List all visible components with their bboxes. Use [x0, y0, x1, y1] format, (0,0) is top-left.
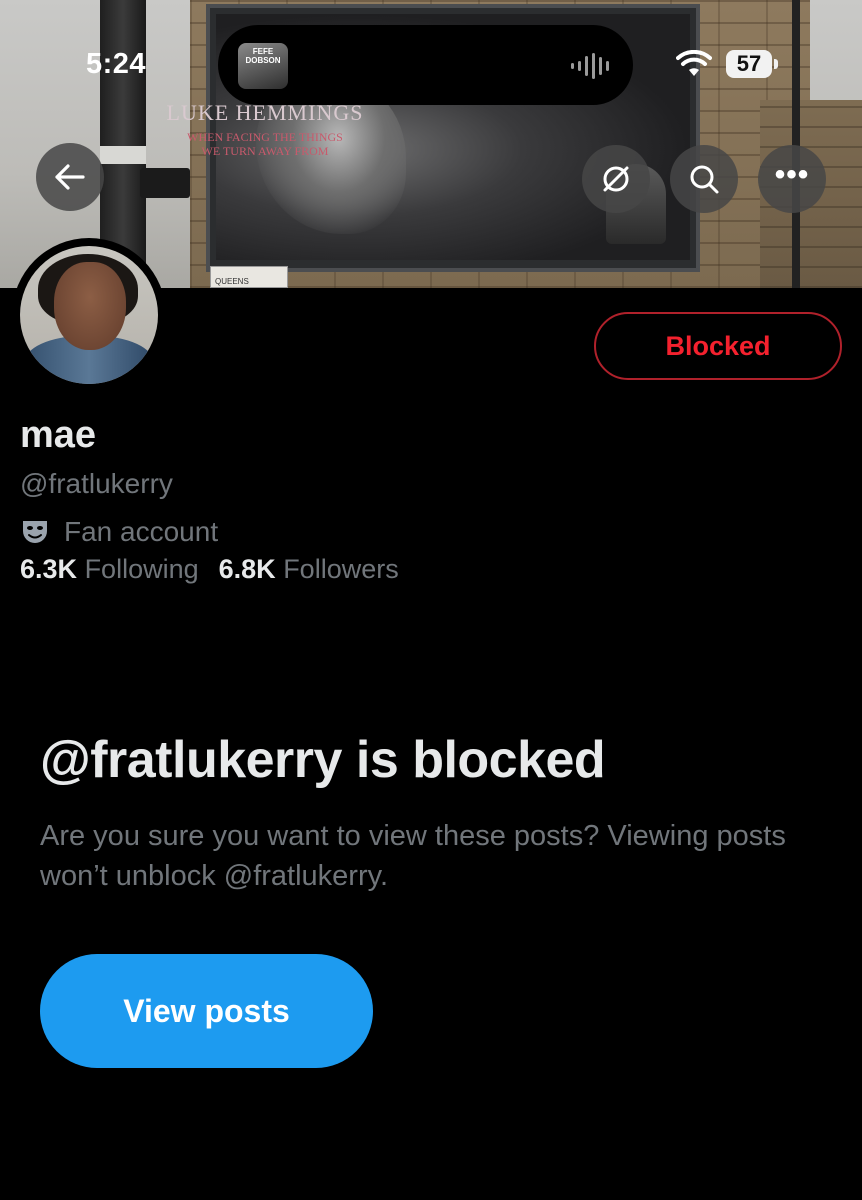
battery-icon: 57 — [726, 50, 772, 78]
blocked-button[interactable]: Blocked — [594, 312, 842, 380]
theater-mask-icon — [23, 521, 47, 543]
billboard-subtitle-line2: WE TURN AWAY FROM — [201, 144, 329, 158]
wifi-icon — [676, 50, 712, 76]
status-time: 5:24 — [86, 48, 147, 80]
hide-button[interactable] — [582, 145, 650, 213]
following-link[interactable]: 6.3K Following — [20, 554, 199, 584]
search-icon — [690, 165, 719, 194]
avatar-photo — [20, 246, 158, 384]
street-sign: QUEENS — [210, 266, 288, 288]
now-playing-album-text: FEFE DOBSON — [245, 47, 281, 65]
more-horizontal-icon: ••• — [774, 158, 810, 191]
more-options-button[interactable]: ••• — [758, 145, 826, 213]
profile-page: LUKE HEMMINGS WHEN FACING THE THINGS WE … — [0, 0, 862, 1200]
now-playing-album-art: FEFE DOBSON — [238, 43, 288, 89]
avatar[interactable] — [12, 238, 166, 392]
display-name: mae — [20, 414, 97, 456]
dynamic-island[interactable]: FEFE DOBSON — [218, 25, 633, 105]
street-pole-right — [792, 0, 800, 288]
billboard-subtitle: WHEN FACING THE THINGS WE TURN AWAY FROM — [160, 130, 370, 158]
followers-label: Followers — [283, 554, 399, 584]
following-count: 6.3K — [20, 554, 78, 584]
battery-cap — [774, 59, 778, 69]
profile-handle: @fratlukerry — [20, 468, 173, 499]
blocked-description: Are you sure you want to view these post… — [40, 820, 786, 892]
billboard-subtitle-line1: WHEN FACING THE THINGS — [187, 130, 343, 144]
blocked-title: @fratlukerry is blocked — [40, 731, 606, 789]
back-button[interactable] — [36, 143, 104, 211]
arrow-left-icon — [55, 164, 85, 190]
search-button[interactable] — [670, 145, 738, 213]
avatar-face — [54, 262, 126, 350]
following-label: Following — [84, 554, 199, 584]
follow-stats: 6.3K Following 6.8K Followers — [20, 554, 399, 585]
followers-link[interactable]: 6.8K Followers — [219, 554, 399, 584]
street-pole-band — [100, 146, 146, 164]
audio-waveform-icon — [571, 53, 611, 79]
profile-category: Fan account — [20, 516, 218, 548]
followers-count: 6.8K — [218, 554, 276, 584]
eye-slash-icon — [603, 166, 629, 192]
view-posts-button[interactable]: View posts — [40, 954, 373, 1068]
category-label: Fan account — [64, 516, 219, 547]
street-pole-sign — [140, 168, 190, 198]
